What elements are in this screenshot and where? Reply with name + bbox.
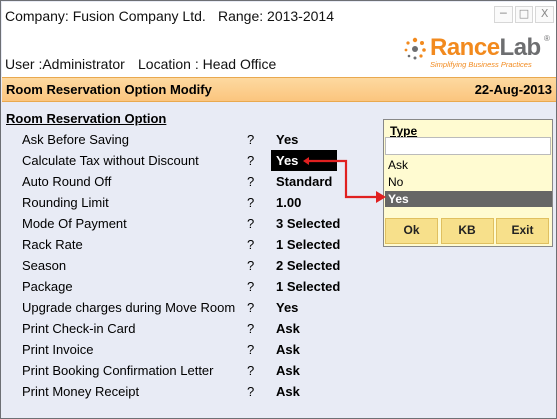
option-question-mark: ?: [247, 237, 255, 252]
screen-date: 22-Aug-2013: [474, 82, 552, 97]
screen-title-bar: Room Reservation Option Modify 22-Aug-20…: [2, 77, 556, 102]
close-button[interactable]: X: [535, 6, 555, 23]
option-row[interactable]: Print Money Receipt ? Ask: [1, 381, 346, 402]
option-question-mark: ?: [247, 279, 255, 294]
rancelab-logo: RanceLab ® Simplifying Business Practice…: [402, 34, 552, 72]
option-label: Season: [22, 258, 67, 273]
option-label: Rack Rate: [22, 237, 83, 252]
app-window: Company: Fusion Company Ltd. Range: 2013…: [0, 0, 557, 419]
option-value[interactable]: Ask: [276, 342, 300, 357]
gear-icon: [404, 37, 426, 60]
option-value[interactable]: 1 Selected: [276, 279, 340, 294]
option-label: Rounding Limit: [22, 195, 109, 210]
option-value[interactable]: Ask: [276, 363, 300, 378]
option-question-mark: ?: [247, 363, 255, 378]
option-row[interactable]: Package ? 1 Selected: [1, 276, 346, 297]
option-row[interactable]: Auto Round Off ? Standard: [1, 171, 346, 192]
option-row[interactable]: Rounding Limit ? 1.00: [1, 192, 346, 213]
option-label: Package: [22, 279, 73, 294]
option-label: Print Invoice: [22, 342, 94, 357]
popup-header: Type: [390, 124, 418, 138]
user-label: User :Administrator: [5, 56, 125, 72]
screen-title: Room Reservation Option Modify: [6, 82, 212, 97]
option-question-mark: ?: [247, 321, 255, 336]
option-row[interactable]: Season ? 2 Selected: [1, 255, 346, 276]
option-row[interactable]: Print Check-in Card ? Ask: [1, 318, 346, 339]
option-value[interactable]: 2 Selected: [276, 258, 340, 273]
type-option-yes[interactable]: Yes: [385, 191, 552, 207]
option-value-active[interactable]: Yes: [271, 150, 337, 171]
company-label: Company: Fusion Company Ltd.: [5, 8, 206, 24]
option-question-mark: ?: [247, 174, 255, 189]
option-question-mark: ?: [247, 195, 255, 210]
option-question-mark: ?: [247, 153, 255, 168]
kb-button[interactable]: KB: [440, 218, 494, 244]
option-label: Auto Round Off: [22, 174, 112, 189]
option-value[interactable]: 1 Selected: [276, 237, 340, 252]
option-row[interactable]: Print Invoice ? Ask: [1, 339, 346, 360]
option-row[interactable]: Mode Of Payment ? 3 Selected: [1, 213, 346, 234]
option-question-mark: ?: [247, 384, 255, 399]
option-row[interactable]: Calculate Tax without Discount ? Yes: [1, 150, 346, 171]
type-selection-popup: Type Ask No Yes Ok KB Exit: [383, 119, 553, 247]
option-question-mark: ?: [247, 342, 255, 357]
option-label: Print Booking Confirmation Letter: [22, 363, 214, 378]
option-value[interactable]: 3 Selected: [276, 216, 340, 231]
option-label: Calculate Tax without Discount: [22, 153, 199, 168]
option-question-mark: ?: [247, 132, 255, 147]
option-value[interactable]: Standard: [276, 174, 332, 189]
type-search-input[interactable]: [385, 137, 551, 155]
option-question-mark: ?: [247, 258, 255, 273]
exit-button[interactable]: Exit: [496, 218, 549, 244]
maximize-button[interactable]: □: [514, 6, 534, 23]
option-label: Print Check-in Card: [22, 321, 136, 336]
minimize-button[interactable]: ─: [494, 6, 513, 23]
header-panel: Company: Fusion Company Ltd. Range: 2013…: [2, 2, 556, 77]
option-value[interactable]: Yes: [276, 132, 298, 147]
registered-mark: ®: [544, 34, 550, 43]
popup-button-row: Ok KB Exit: [385, 218, 549, 244]
option-row[interactable]: Upgrade charges during Move Room ? Yes: [1, 297, 346, 318]
section-title: Room Reservation Option: [6, 111, 167, 126]
location-label: Location : Head Office: [138, 56, 277, 72]
option-label: Upgrade charges during Move Room: [22, 300, 236, 315]
logo-tagline: Simplifying Business Practices: [430, 60, 532, 69]
window-controls: ─ □ X: [494, 6, 555, 23]
option-value[interactable]: 1.00: [276, 195, 301, 210]
range-label: Range: 2013-2014: [218, 8, 334, 24]
logo-wordmark: RanceLab: [430, 34, 541, 61]
option-value[interactable]: Yes: [276, 300, 298, 315]
option-label: Ask Before Saving: [22, 132, 129, 147]
type-option-no[interactable]: No: [385, 174, 552, 190]
option-row[interactable]: Ask Before Saving ? Yes: [1, 129, 346, 150]
option-question-mark: ?: [247, 216, 255, 231]
type-option-ask[interactable]: Ask: [385, 157, 552, 173]
option-value[interactable]: Ask: [276, 321, 300, 336]
option-label: Mode Of Payment: [22, 216, 127, 231]
option-value[interactable]: Ask: [276, 384, 300, 399]
ok-button[interactable]: Ok: [385, 218, 438, 244]
option-question-mark: ?: [247, 300, 255, 315]
option-row[interactable]: Print Booking Confirmation Letter ? Ask: [1, 360, 346, 381]
option-row[interactable]: Rack Rate ? 1 Selected: [1, 234, 346, 255]
option-label: Print Money Receipt: [22, 384, 140, 399]
